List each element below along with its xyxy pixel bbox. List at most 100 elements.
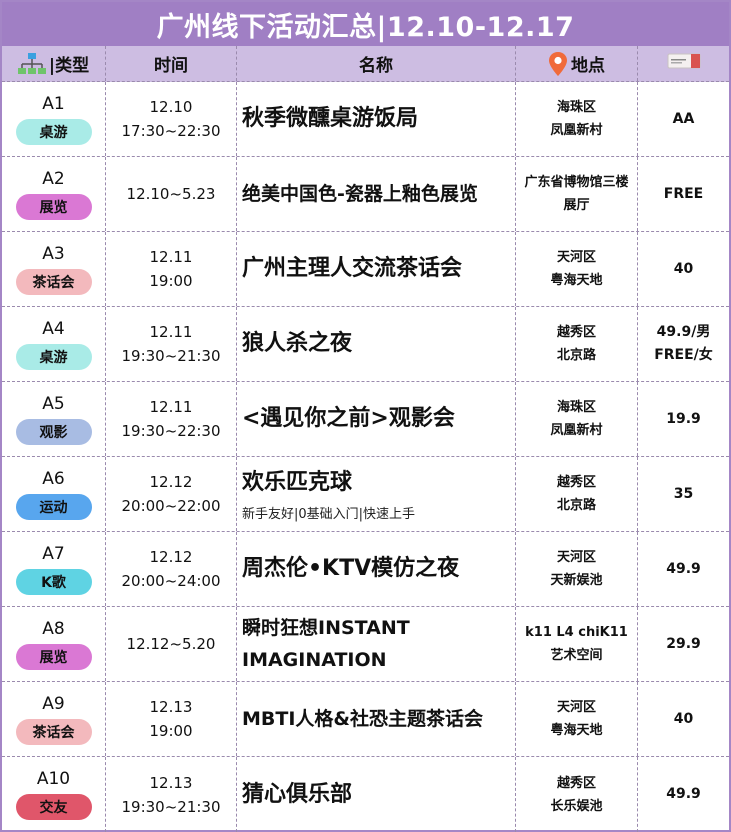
event-name: 狼人杀之夜 (242, 331, 353, 356)
category-tag: 桌游 (15, 118, 92, 145)
place-cell: 越秀区 北京路 (516, 307, 638, 381)
event-time: 12.12~5.20 (126, 635, 216, 653)
category-tag: K歌 (15, 568, 92, 595)
event-time-range: 19:30~21:30 (121, 797, 221, 816)
event-price: 40 (673, 260, 694, 277)
event-time: 12.12 (149, 548, 193, 566)
category-tag: 观影 (15, 418, 92, 445)
place-cell: 天河区 粤海天地 (516, 682, 638, 756)
table-row: A1 桌游 12.10 17:30~22:30 秋季微醺桌游饭局 海珠区 凤凰新… (2, 82, 729, 157)
event-time: 12.10 (149, 98, 193, 116)
event-code: A6 (42, 468, 65, 489)
event-price: 49.9/男 (656, 324, 711, 340)
event-venue: 艺术空间 (550, 648, 603, 663)
ticket-icon (667, 51, 701, 76)
event-time-range: 19:30~21:30 (121, 347, 221, 365)
event-venue: 凤凰新村 (550, 123, 603, 138)
event-name: 猜心俱乐部 (242, 781, 353, 807)
event-code: A1 (42, 93, 65, 114)
price-cell: 40 (638, 682, 729, 756)
event-subtitle: 新手友好|0基础入门|快速上手 (242, 506, 416, 522)
event-time-range: 19:00 (149, 272, 193, 290)
name-cell: 欢乐匹克球 新手友好|0基础入门|快速上手 (237, 457, 516, 531)
event-time: 12.11 (149, 248, 193, 266)
event-code: A3 (42, 243, 65, 264)
price-cell: 49.9 (638, 532, 729, 606)
event-district: 越秀区 (556, 325, 596, 340)
table-row: A2 展览 12.10~5.23 绝美中国色-瓷器上釉色展览 广东省博物馆三楼 … (2, 157, 729, 232)
place-cell: 越秀区 北京路 (516, 457, 638, 531)
category-tag: 交友 (15, 794, 92, 820)
table-row: A10 交友 12.13 19:30~21:30 猜心俱乐部 越秀区 长乐娱池 … (2, 757, 729, 832)
time-cell: 12.10 17:30~22:30 (106, 82, 237, 156)
header-name-label: 名称 (359, 56, 393, 76)
time-cell: 12.11 19:30~22:30 (106, 382, 237, 456)
time-cell: 12.11 19:00 (106, 232, 237, 306)
event-code: A5 (42, 393, 65, 414)
event-time: 12.13 (149, 773, 193, 792)
event-district: 海珠区 (556, 400, 596, 415)
time-cell: 12.12~5.20 (106, 607, 237, 681)
category-tag: 茶话会 (15, 718, 92, 745)
event-time-range: 20:00~24:00 (121, 572, 221, 590)
name-cell: <遇见你之前>观影会 (237, 382, 516, 456)
event-name: 秋季微醺桌游饭局 (242, 106, 419, 131)
event-venue: 粤海天地 (550, 273, 603, 288)
event-district: 广东省博物馆三楼 (524, 175, 629, 190)
place-cell: k11 L4 chiK11 艺术空间 (516, 607, 638, 681)
price-cell: 49.9/男 FREE/女 (638, 307, 729, 381)
type-cell: A7 K歌 (2, 532, 106, 606)
name-cell: 广州主理人交流茶话会 (237, 232, 516, 306)
event-time: 12.11 (149, 398, 193, 416)
price-cell: AA (638, 82, 729, 156)
price-cell: FREE (638, 157, 729, 231)
event-sheet: 广州线下活动汇总|12.10-12.17 |类型 时间 名称 地点 A1 桌游 … (0, 0, 731, 832)
event-district: 海珠区 (556, 100, 596, 115)
category-tag: 运动 (15, 493, 92, 520)
table-row: A7 K歌 12.12 20:00~24:00 周杰伦•KTV模仿之夜 天河区 … (2, 532, 729, 607)
name-cell: 瞬时狂想INSTANT IMAGINATION (237, 607, 516, 681)
event-code: A10 (36, 769, 71, 789)
place-cell: 海珠区 凤凰新村 (516, 382, 638, 456)
type-cell: A6 运动 (2, 457, 106, 531)
header-place: 地点 (516, 46, 638, 81)
event-time-range: 19:00 (149, 722, 193, 740)
event-district: k11 L4 chiK11 (525, 625, 628, 640)
event-price: FREE (663, 185, 704, 202)
category-tag: 桌游 (15, 343, 92, 370)
event-venue: 北京路 (556, 348, 596, 363)
event-code: A9 (42, 693, 65, 714)
event-price-alt: FREE/女 (654, 347, 713, 363)
page-title: 广州线下活动汇总|12.10-12.17 (156, 11, 575, 43)
event-venue: 凤凰新村 (550, 423, 603, 438)
name-cell: 绝美中国色-瓷器上釉色展览 (237, 157, 516, 231)
event-venue: 展厅 (563, 198, 590, 213)
table-row: A3 茶话会 12.11 19:00 广州主理人交流茶话会 天河区 粤海天地 4… (2, 232, 729, 307)
event-price: 35 (673, 485, 694, 502)
price-cell: 40 (638, 232, 729, 306)
event-time: 12.11 (149, 323, 193, 341)
price-cell: 49.9 (638, 757, 729, 832)
table-body: A1 桌游 12.10 17:30~22:30 秋季微醺桌游饭局 海珠区 凤凰新… (2, 82, 729, 832)
event-district: 天河区 (556, 250, 596, 265)
time-cell: 12.13 19:00 (106, 682, 237, 756)
type-cell: A4 桌游 (2, 307, 106, 381)
type-cell: A3 茶话会 (2, 232, 106, 306)
event-name: 广州主理人交流茶话会 (242, 256, 463, 281)
event-venue: 北京路 (556, 498, 596, 513)
category-tag: 茶话会 (15, 268, 92, 295)
event-district: 越秀区 (556, 475, 596, 490)
place-cell: 广东省博物馆三楼 展厅 (516, 157, 638, 231)
event-name: 欢乐匹克球 (242, 469, 353, 495)
header-price (638, 46, 729, 81)
price-cell: 29.9 (638, 607, 729, 681)
event-time-range: 19:30~22:30 (121, 422, 221, 440)
event-district: 天河区 (556, 550, 596, 565)
table-row: A9 茶话会 12.13 19:00 MBTI人格&社恐主题茶话会 天河区 粤海… (2, 682, 729, 757)
event-name: 绝美中国色-瓷器上釉色展览 (242, 183, 478, 205)
name-cell: 猜心俱乐部 (237, 757, 516, 832)
event-venue: 粤海天地 (550, 723, 603, 738)
price-cell: 35 (638, 457, 729, 531)
name-cell: 周杰伦•KTV模仿之夜 (237, 532, 516, 606)
org-chart-icon (17, 52, 46, 76)
